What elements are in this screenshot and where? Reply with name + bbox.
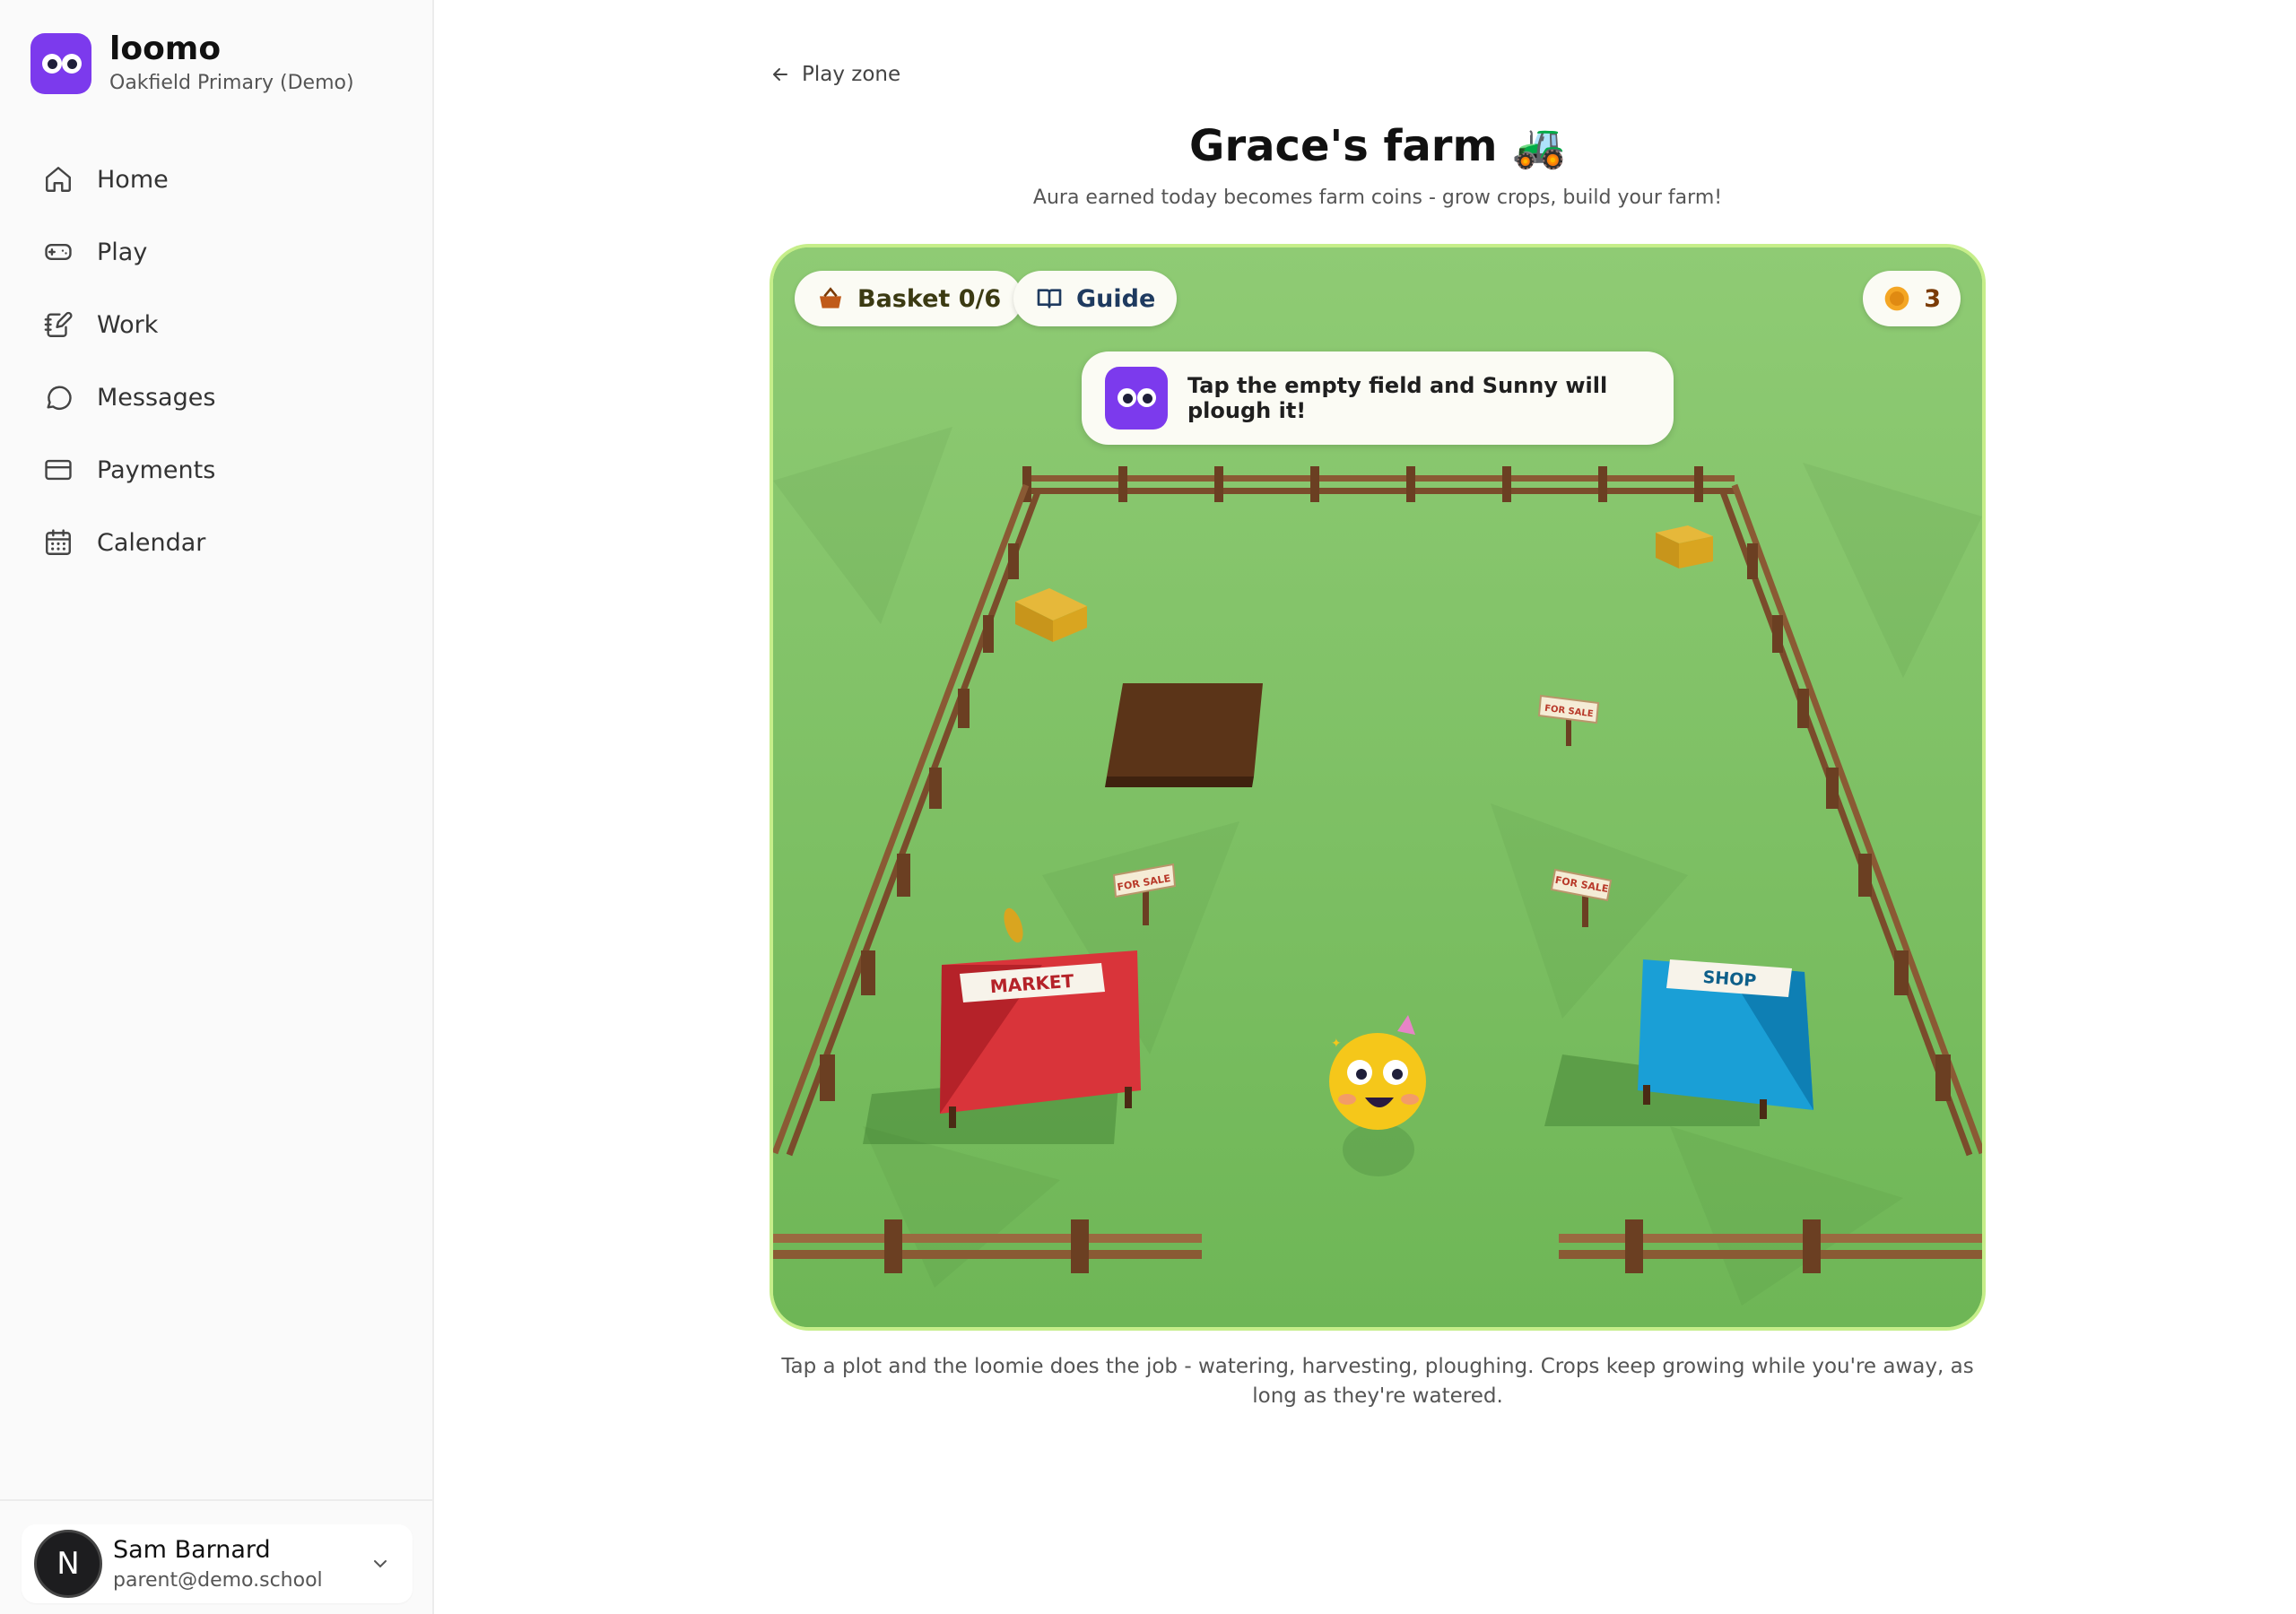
coin-counter[interactable]: 3 xyxy=(1863,271,1961,326)
sidebar-item-work[interactable]: Work xyxy=(27,296,407,353)
loomo-logo-icon xyxy=(1105,367,1168,430)
game-caption: Tap a plot and the loomie does the job -… xyxy=(781,1355,1974,1408)
credit-card-icon xyxy=(45,459,72,481)
user-menu[interactable]: N Sam Barnard parent@demo.school xyxy=(22,1524,413,1603)
farm-game-canvas[interactable]: FOR SALE FOR SALE FOR SALE MARKET SHOP ✦… xyxy=(770,244,1986,1331)
brand[interactable]: loomo Oakfield Primary (Demo) xyxy=(30,32,354,94)
school-name: Oakfield Primary (Demo) xyxy=(109,72,354,94)
sidebar-item-label: Messages xyxy=(97,383,216,412)
home-icon xyxy=(46,167,71,192)
avatar: N xyxy=(34,1530,102,1598)
page-title: Grace's farm 🚜 xyxy=(1189,121,1566,171)
guide-label: Guide xyxy=(1076,284,1156,313)
gamepad-icon xyxy=(45,244,72,260)
back-to-play-zone-link[interactable]: Play zone xyxy=(770,63,900,86)
back-label: Play zone xyxy=(802,63,901,86)
user-email: parent@demo.school xyxy=(113,1569,323,1592)
divider xyxy=(0,1499,434,1501)
empty-field-plot[interactable] xyxy=(1105,683,1263,787)
sidebar-item-label: Home xyxy=(97,165,169,194)
hint-text: Tap the empty field and Sunny will ploug… xyxy=(1187,373,1608,423)
sidebar: loomo Oakfield Primary (Demo) Home Play … xyxy=(0,0,434,1614)
loomo-logo-icon xyxy=(30,32,91,94)
sidebar-item-label: Play xyxy=(97,238,148,266)
book-icon xyxy=(1037,289,1062,308)
sidebar-item-label: Calendar xyxy=(97,528,206,557)
sidebar-item-calendar[interactable]: Calendar xyxy=(27,514,407,571)
guide-button[interactable]: Guide xyxy=(1013,271,1178,326)
arrow-left-icon xyxy=(773,68,787,81)
sidebar-item-label: Payments xyxy=(97,456,216,484)
sidebar-item-play[interactable]: Play xyxy=(27,223,407,281)
brand-name: loomo xyxy=(109,30,222,67)
chevron-down-icon xyxy=(374,1560,387,1568)
message-icon xyxy=(47,386,72,410)
tutorial-hint-bubble[interactable]: Tap the empty field and Sunny will ploug… xyxy=(1082,351,1674,445)
shop-label: SHOP xyxy=(1702,968,1757,991)
calendar-icon xyxy=(46,529,71,555)
svg-text:✦: ✦ xyxy=(1331,1037,1342,1051)
basket-button[interactable]: Basket 0/6 xyxy=(795,271,1023,326)
sidebar-nav: Home Play Work Messages Payments Calenda… xyxy=(27,151,407,586)
sidebar-item-home[interactable]: Home xyxy=(27,151,407,208)
basket-label: Basket 0/6 xyxy=(857,284,1002,313)
notebook-pen-icon xyxy=(44,311,73,337)
user-name: Sam Barnard xyxy=(113,1536,271,1564)
sidebar-item-messages[interactable]: Messages xyxy=(27,369,407,426)
page-subtitle: Aura earned today becomes farm coins - g… xyxy=(1032,187,1723,209)
sidebar-item-payments[interactable]: Payments xyxy=(27,441,407,499)
coin-icon xyxy=(1884,286,1909,311)
sidebar-item-label: Work xyxy=(97,310,159,339)
coin-count: 3 xyxy=(1924,284,1941,313)
basket-icon xyxy=(820,287,841,308)
